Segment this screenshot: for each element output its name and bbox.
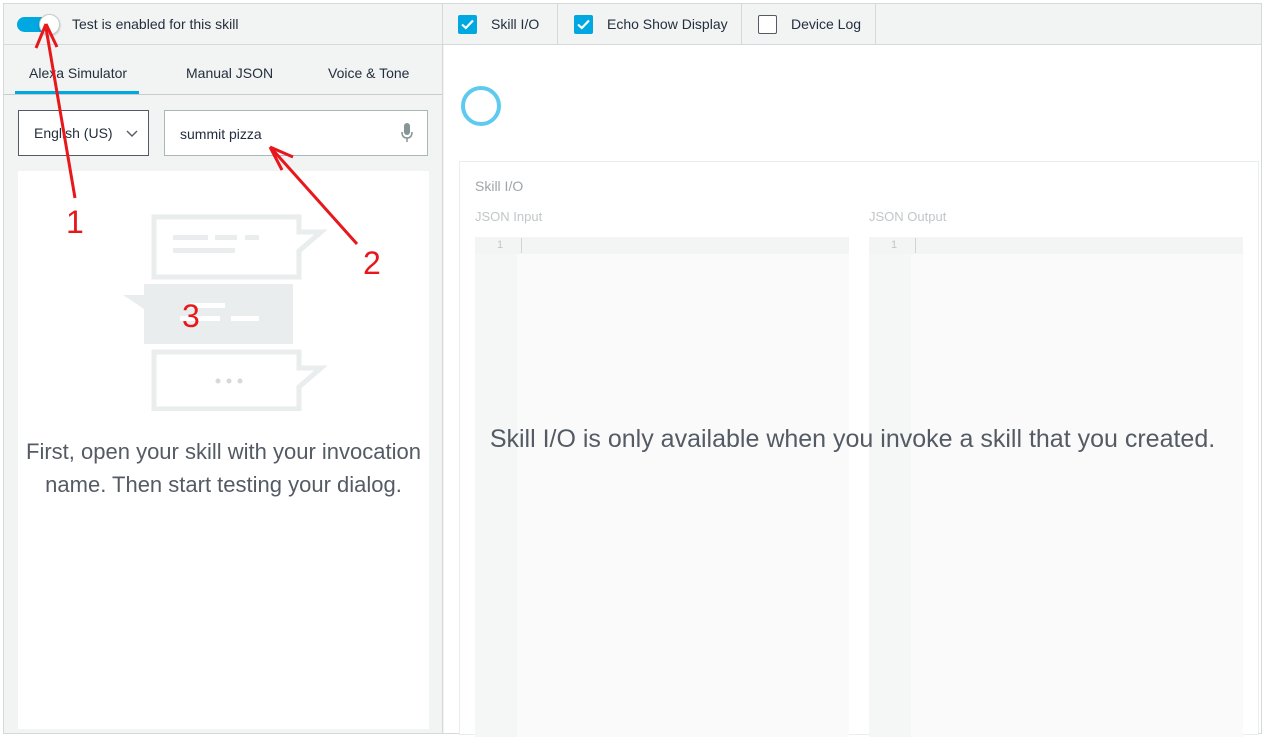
locale-selected-value: English (US) <box>34 125 113 141</box>
editor-active-line <box>869 237 1243 254</box>
active-tab-indicator <box>15 91 139 94</box>
conversation-illustration-icon <box>123 214 328 411</box>
json-input-editor[interactable]: 1 <box>475 237 849 737</box>
editor-gutter <box>475 237 517 737</box>
top-toolbar: Test is enabled for this skill Skill I/O… <box>4 4 1261 45</box>
tab-manual-json[interactable]: Manual JSON <box>186 65 273 81</box>
tab-voice-tone[interactable]: Voice & Tone <box>328 65 409 81</box>
editor-cursor <box>521 238 522 253</box>
alexa-ring-icon <box>461 86 501 126</box>
skill-io-checkbox[interactable] <box>458 15 477 34</box>
device-log-label: Device Log <box>791 16 862 32</box>
skill-io-title: Skill I/O <box>475 178 524 194</box>
json-output-editor[interactable]: 1 <box>869 237 1243 737</box>
skill-io-label: Skill I/O <box>491 16 540 32</box>
json-input-label: JSON Input <box>475 209 543 224</box>
tab-alexa-simulator[interactable]: Alexa Simulator <box>29 65 127 81</box>
skill-io-checkbox-group[interactable]: Skill I/O <box>443 4 558 45</box>
chevron-down-icon <box>126 130 138 137</box>
test-console: Test is enabled for this skill Skill I/O… <box>3 3 1262 737</box>
echo-show-display-checkbox[interactable] <box>574 15 593 34</box>
editor-cursor <box>915 238 916 253</box>
editor-gutter <box>869 237 911 737</box>
microphone-icon[interactable] <box>401 123 413 143</box>
device-log-checkbox[interactable] <box>758 15 777 34</box>
utterance-input[interactable]: summit pizza <box>164 110 428 156</box>
annotation-label-1: 1 <box>66 204 84 240</box>
toggle-knob[interactable] <box>39 14 60 35</box>
checkmark-icon <box>577 19 590 30</box>
echo-show-display-label: Echo Show Display <box>607 16 728 32</box>
test-toggle-area: Test is enabled for this skill <box>4 4 443 45</box>
annotation-label-3: 3 <box>182 298 200 334</box>
checkmark-icon <box>461 19 474 30</box>
device-log-checkbox-group[interactable]: Device Log <box>743 4 876 45</box>
simulator-tabs: Alexa Simulator Manual JSON Voice & Tone <box>4 45 442 95</box>
utterance-value: summit pizza <box>180 126 262 142</box>
skill-io-panel: Skill I/O JSON Input JSON Output 1 1 Ski… <box>444 45 1261 737</box>
line-number: 1 <box>891 239 898 251</box>
annotation-label-2: 2 <box>363 245 381 281</box>
line-number: 1 <box>497 239 504 251</box>
skill-io-unavailable-message: Skill I/O is only available when you inv… <box>489 425 1216 453</box>
simulator-panel: Alexa Simulator Manual JSON Voice & Tone… <box>4 45 443 733</box>
json-output-label: JSON Output <box>869 209 947 224</box>
locale-select[interactable]: English (US) <box>18 110 149 156</box>
test-enabled-toggle[interactable] <box>17 14 61 35</box>
test-enabled-label: Test is enabled for this skill <box>72 16 239 32</box>
echo-show-checkbox-group[interactable]: Echo Show Display <box>559 4 742 45</box>
dialog-empty-message: First, open your skill with your invocat… <box>26 439 421 497</box>
editor-active-line <box>475 237 849 254</box>
